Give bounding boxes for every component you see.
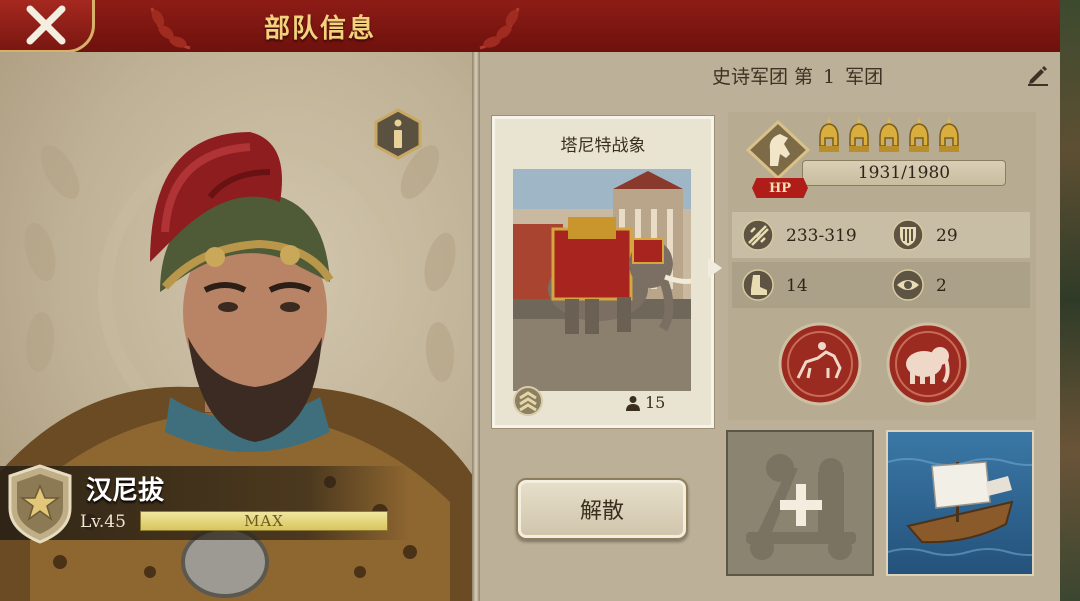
disband-button[interactable]: 解散	[516, 478, 688, 540]
helmet-star-icon	[909, 117, 929, 152]
person-icon	[626, 396, 640, 411]
hero-info-button[interactable]	[372, 108, 424, 160]
hero-name: 汉尼拔	[86, 476, 165, 506]
hp-label: HP	[752, 178, 808, 198]
ship-icon	[888, 458, 1032, 556]
star-shield-icon	[8, 464, 72, 544]
unit-name: 塔尼特战象	[560, 136, 646, 156]
boot-speed-icon	[742, 269, 774, 301]
defense-value: 29	[936, 226, 958, 246]
stat-row-combat	[732, 212, 1030, 258]
close-x-icon	[26, 5, 66, 45]
chevron-rank-icon	[513, 386, 543, 416]
attack-icon	[742, 219, 774, 251]
panel-divider	[472, 52, 480, 601]
page-title: 部队信息	[263, 14, 376, 44]
plus-icon	[780, 484, 822, 526]
legion-suffix: 军团	[845, 66, 884, 88]
unit-artwork	[513, 169, 691, 391]
elephant-skill-icon[interactable]	[886, 322, 970, 406]
unit-count: 15	[645, 393, 666, 412]
legion-number: 1	[823, 66, 836, 88]
helmet-star-icon	[849, 117, 869, 152]
legion-title: 史诗军团 第 1 军团	[712, 62, 883, 89]
defense-icon	[892, 219, 924, 251]
info-icon	[374, 108, 422, 160]
stat-row-movement	[732, 262, 1030, 308]
helmet-star-icon	[939, 117, 959, 152]
add-siege-slot[interactable]	[726, 430, 874, 576]
war-elephant-image	[513, 169, 691, 391]
eye-vision-icon	[892, 269, 924, 301]
ship-slot[interactable]	[886, 430, 1034, 576]
close-button[interactable]	[0, 0, 95, 53]
helmet-star-icon	[819, 117, 839, 152]
speed-value: 14	[786, 276, 808, 296]
legion-prefix: 史诗军团 第	[712, 66, 814, 88]
helmet-star-icon	[879, 117, 899, 152]
cavalry-skill-icon[interactable]	[778, 322, 862, 406]
hp-bar: 1931/1980	[802, 160, 1006, 186]
vision-value: 2	[936, 276, 947, 296]
level-progress-bar: MAX	[140, 511, 388, 531]
card-arrow-icon	[708, 258, 722, 278]
top-bar: 部队信息	[0, 0, 1060, 54]
laurel-left-icon	[150, 7, 191, 50]
pencil-icon[interactable]	[1026, 62, 1050, 86]
background-map-edge	[1060, 0, 1080, 601]
unit-card[interactable]: 塔尼特战象 15	[492, 116, 714, 428]
laurel-right-icon	[479, 7, 520, 50]
hero-level: Lv.45	[80, 512, 126, 532]
attack-value: 233-319	[786, 226, 857, 246]
